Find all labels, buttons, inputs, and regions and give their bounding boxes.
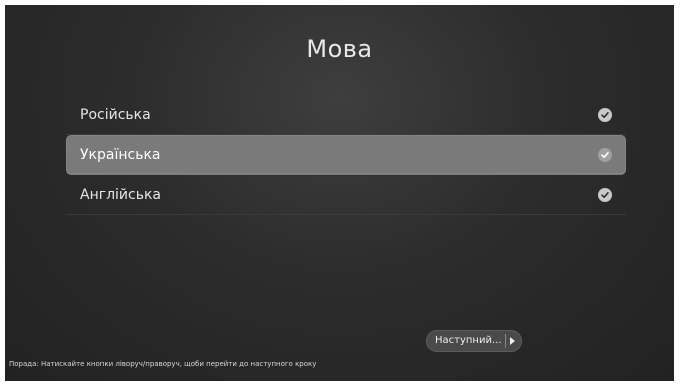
language-item-russian[interactable]: Російська xyxy=(66,95,626,135)
language-item-english[interactable]: Англійська xyxy=(66,175,626,215)
checkmark-icon xyxy=(598,148,612,162)
next-button[interactable]: Наступний... xyxy=(426,330,522,352)
language-label: Українська xyxy=(80,147,161,163)
language-item-ukrainian[interactable]: Українська xyxy=(66,135,626,175)
language-label: Російська xyxy=(80,107,151,123)
button-divider xyxy=(505,334,506,348)
language-list: Російська Українська Англійська xyxy=(66,95,626,215)
checkmark-icon xyxy=(598,188,612,202)
hint-text: Порада: Натискайте кнопки ліворуч/правор… xyxy=(9,360,317,368)
checkmark-icon xyxy=(598,108,612,122)
play-arrow-icon xyxy=(510,337,515,345)
next-button-label: Наступний... xyxy=(435,335,502,346)
language-label: Англійська xyxy=(80,187,162,203)
language-setup-screen: Мова Російська Українська Англійська Нас… xyxy=(5,5,674,381)
page-title: Мова xyxy=(306,35,373,63)
